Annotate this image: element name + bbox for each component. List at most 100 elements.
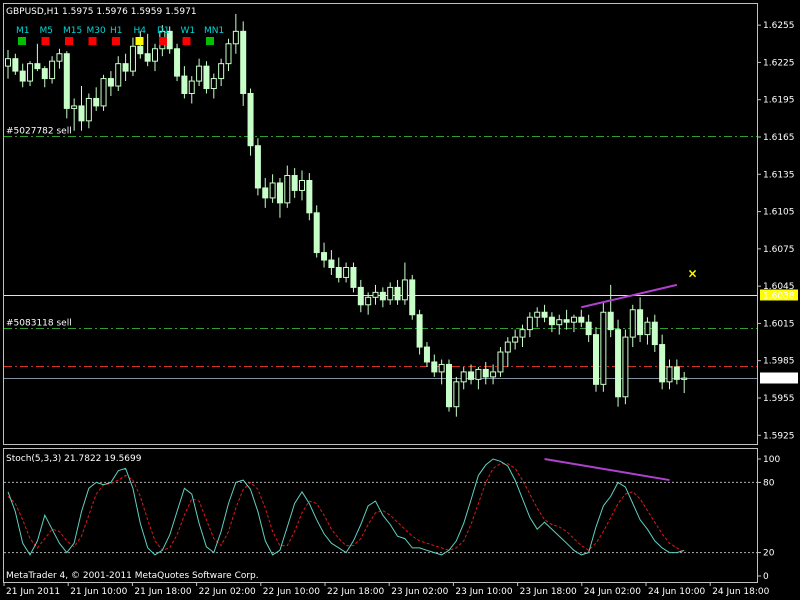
candle-body-37 [276,182,283,204]
price-tick-8: 1.6015 [763,319,795,329]
candle-body-41 [306,179,313,214]
time-tick-7: 23 Jun 10:00 [455,587,512,597]
candle-body-52 [387,286,394,301]
stoch-title: Stoch(5,3,3) 21.7822 19.5699 [6,454,142,464]
timeframe-m1-indicator[interactable] [18,37,26,45]
candle-body-34 [254,145,261,189]
candle-body-43 [321,252,328,261]
candle-body-68 [504,341,511,353]
price-tick-2: 1.6195 [763,96,795,106]
candle-body-39 [291,175,298,191]
symbol-ohlc-header: GBPUSD,H1 1.5975 1.5976 1.5959 1.5971 [6,7,197,17]
candle-body-83 [615,329,622,398]
price-tick-3: 1.6165 [763,133,795,143]
candle-body-69 [512,336,519,343]
candle-body-12 [93,97,100,107]
timeframe-h1-label[interactable]: H1 [110,26,123,36]
candle-body-25 [188,80,195,94]
trading-chart[interactable]: #5027782 sell #5083118 sell × 1.6038 1.597… [0,0,800,600]
candle-body-49 [365,296,372,306]
time-tick-8: 23 Jun 18:00 [520,587,577,597]
timeframe-m15-indicator[interactable] [65,37,73,45]
candle-body-73 [541,311,548,318]
candle-body-42 [313,212,320,254]
candle-body-40 [299,179,305,191]
timeframe-mn1-label[interactable]: MN1 [204,26,224,36]
timeframe-m1-label[interactable]: M1 [16,26,30,36]
stoch-tick-3: 0 [763,572,769,582]
candle-body-28 [210,78,217,90]
candle-body-79 [585,321,592,336]
candle-body-6 [49,60,56,80]
candle-body-75 [556,319,563,326]
candle-body-62 [460,371,467,383]
candle-body-48 [357,286,364,306]
timeframe-m30-label[interactable]: M30 [87,26,106,36]
candle-body-54 [401,279,408,301]
candle-body-89 [659,344,666,383]
candle-body-5 [41,68,48,80]
candle-body-7 [56,53,63,62]
candle-body-82 [607,311,614,331]
candle-body-35 [262,187,269,199]
candle-body-60 [446,363,452,408]
candle-body-71 [526,316,533,331]
timeframe-w1-label[interactable]: W1 [181,26,196,36]
candle-body-74 [548,316,555,326]
timeframe-h1-indicator[interactable] [112,37,120,45]
timeframe-m5-label[interactable]: M5 [40,26,54,36]
candle-body-65 [482,368,489,378]
candle-body-91 [673,366,680,380]
timeframe-m30-indicator[interactable] [88,37,97,45]
stoch-tick-0: 100 [763,455,780,465]
candle-body-50 [372,291,379,298]
timeframe-d1-label[interactable]: D1 [157,26,170,36]
time-tick-6: 23 Jun 02:00 [391,587,448,597]
candle-body-77 [570,316,577,323]
time-tick-0: 21 Jun 2011 [6,587,60,597]
candle-body-53 [394,286,401,301]
candle-body-58 [431,361,438,373]
time-tick-5: 22 Jun 18:00 [327,587,384,597]
candle-body-76 [563,319,570,323]
price-tag-4: 1.5971 [763,375,795,385]
candle-body-4 [34,63,41,70]
candle-body-38 [284,175,291,204]
timeframe-m15-label[interactable]: M15 [63,26,82,36]
timeframe-h4-label[interactable]: H4 [134,26,147,36]
timeframe-w1-indicator[interactable] [182,37,191,45]
candle-body-18 [137,45,144,55]
timeframe-h4-indicator[interactable] [135,37,144,45]
candle-body-84 [622,336,629,398]
candle-body-63 [468,371,475,380]
candle-body-47 [350,267,357,288]
candle-body-59 [438,363,445,373]
time-tick-1: 21 Jun 10:00 [70,587,127,597]
time-tick-3: 22 Jun 02:00 [199,587,256,597]
candle-body-67 [497,351,504,373]
candle-body-55 [409,279,416,316]
candle-body-66 [490,371,497,378]
candle-body-8 [63,53,70,109]
timeframe-mn1-indicator[interactable] [206,37,214,45]
candle-body-2 [19,70,26,82]
cross-marker: × [688,267,698,281]
price-tick-11: 1.5925 [763,431,795,441]
candle-body-29 [218,63,225,80]
candle-body-88 [651,321,658,346]
candle-body-70 [519,329,526,338]
time-tick-2: 21 Jun 18:00 [134,587,191,597]
candle-body-86 [637,309,644,336]
price-tick-4: 1.6135 [763,170,795,180]
candle-body-87 [644,321,651,336]
candle-body-85 [629,309,636,338]
time-tick-4: 22 Jun 10:00 [263,587,320,597]
order-label-0: #5027782 sell [6,127,72,137]
candle-body-14 [107,78,114,87]
timeframe-m5-indicator[interactable] [41,37,50,45]
timeframe-d1-indicator[interactable] [159,37,167,45]
candle-body-61 [453,381,460,408]
candle-body-30 [225,43,232,65]
candle-body-23 [174,48,181,77]
candle-body-45 [335,267,342,278]
